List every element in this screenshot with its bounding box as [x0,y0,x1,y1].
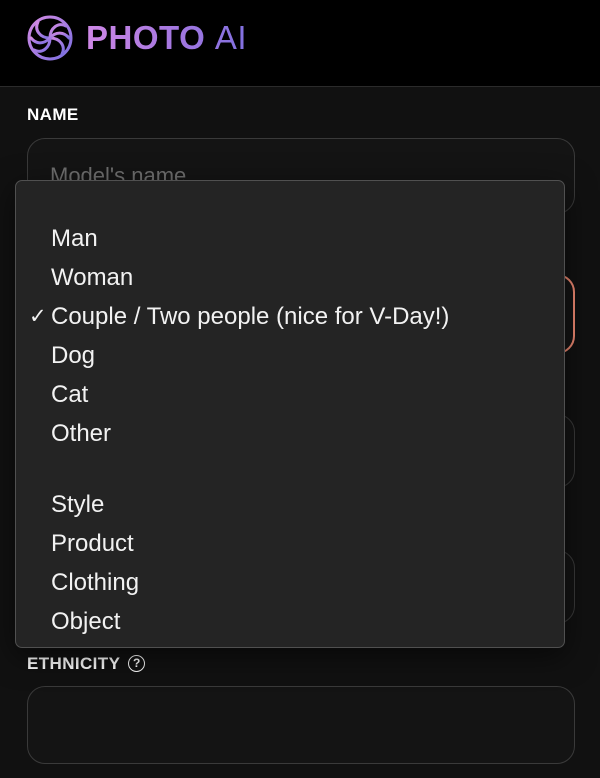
option-label: Woman [51,264,134,291]
option-label: Object [51,608,121,635]
top-bar: PHOTO AI™ [0,0,600,87]
dropdown-option-style[interactable]: Style [16,485,564,524]
option-label: Dog [51,342,96,369]
dropdown-option-product[interactable]: Product [16,524,564,563]
name-label: NAME [27,105,79,124]
question-circle-icon[interactable]: ? [128,654,146,672]
dropdown-option-object[interactable]: Object [16,602,564,641]
option-label: Product [51,530,134,557]
type-dropdown-menu: Man Woman ✓ Couple / Two people (nice for… [15,180,565,648]
option-label: Other [51,420,112,447]
dropdown-option-dog[interactable]: Dog [16,336,564,375]
trademark-mark: ™ [247,23,263,40]
option-label: Cat [51,381,89,408]
brand-name[interactable]: PHOTO AI™ [86,16,263,60]
dropdown-option-woman[interactable]: Woman [16,258,564,297]
dropdown-group-separator [16,453,564,485]
dropdown-option-couple[interactable]: ✓ Couple / Two people (nice for V-Day!) [16,297,564,336]
brand-photo-text: PHOTO [86,19,206,56]
brand-ai-text: AI [214,19,248,56]
dropdown-option-clothing[interactable]: Clothing [16,563,564,602]
dropdown-option-man[interactable]: Man [16,219,564,258]
dropdown-option-cat[interactable]: Cat [16,375,564,414]
ethnicity-label: ETHNICITY? [27,654,146,674]
dropdown-option-other[interactable]: Other [16,414,564,453]
option-label: Couple / Two people (nice for V-Day!) [51,303,450,330]
ethnicity-label-text: ETHNICITY [27,654,121,673]
ethnicity-input[interactable] [28,687,574,763]
photo-ai-logo-icon[interactable] [26,14,74,62]
ethnicity-field[interactable] [27,686,575,764]
option-label: Clothing [51,569,140,596]
option-label: Style [51,491,105,518]
option-label: Man [51,225,98,252]
checkmark-icon: ✓ [29,305,47,328]
